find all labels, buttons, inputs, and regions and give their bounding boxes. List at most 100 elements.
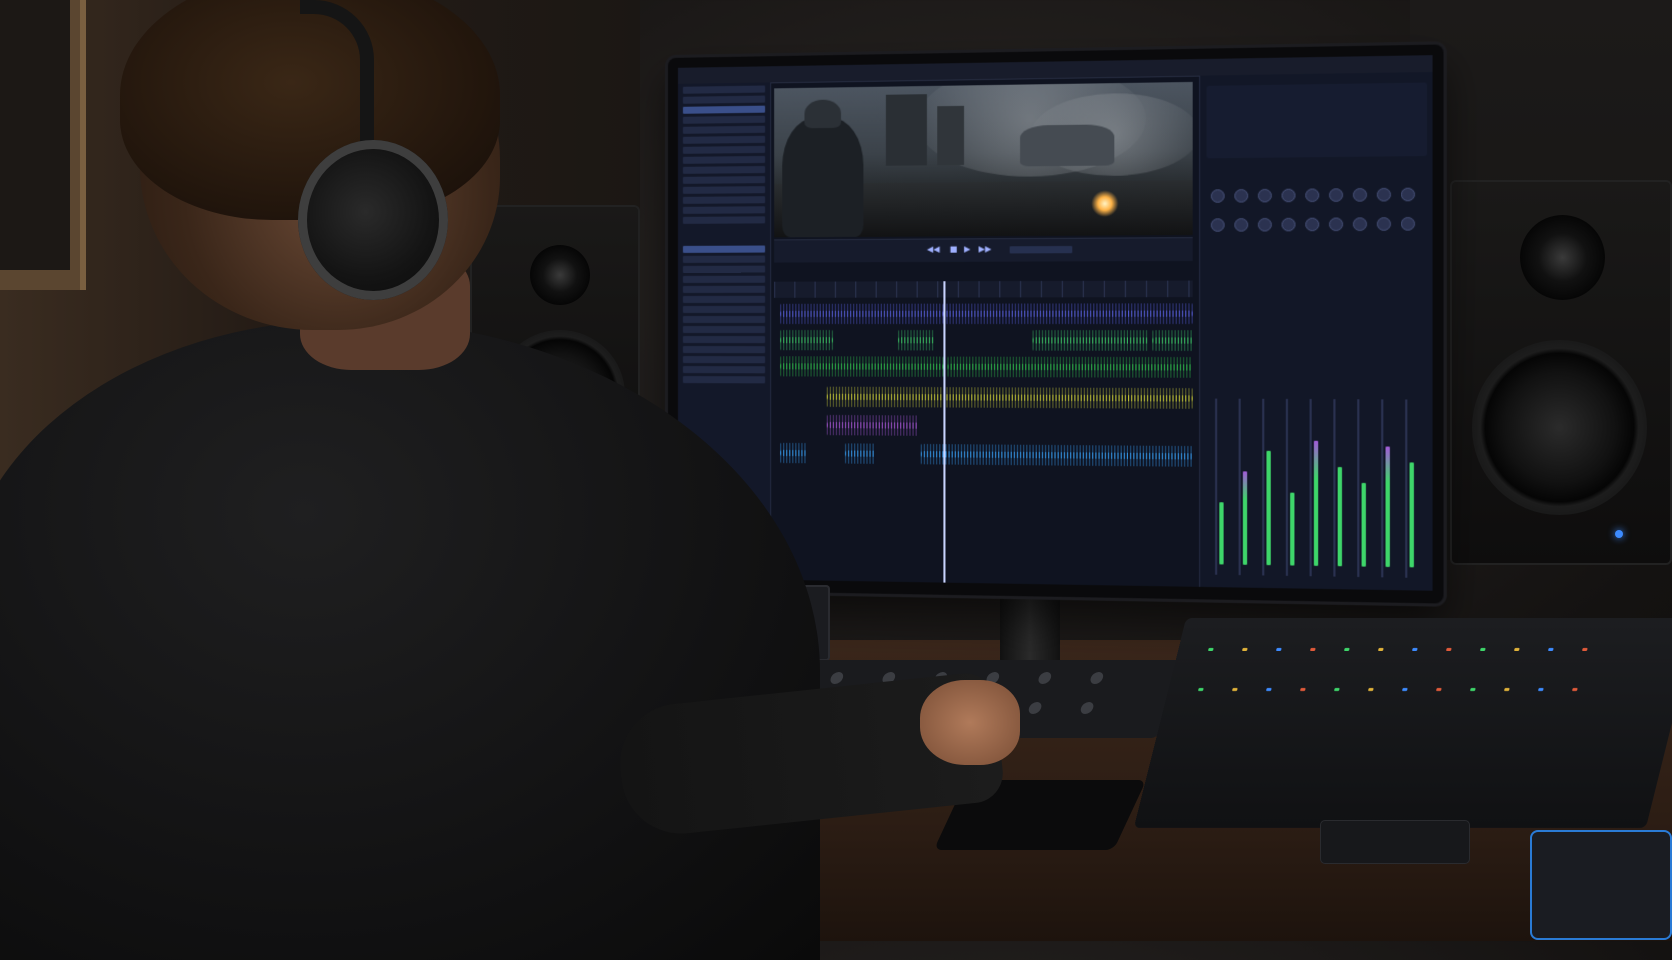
- browser-item[interactable]: [683, 126, 765, 134]
- stop-icon[interactable]: ■: [950, 245, 960, 255]
- browser-item-selected[interactable]: [683, 246, 765, 253]
- browser-item[interactable]: [683, 186, 765, 194]
- mixer-knob[interactable]: [1211, 218, 1225, 232]
- mixer-knob[interactable]: [1258, 218, 1272, 232]
- browser-item[interactable]: [683, 156, 765, 164]
- mixer-knob[interactable]: [1377, 188, 1391, 202]
- browser-item[interactable]: [683, 266, 765, 273]
- browser-item[interactable]: [683, 356, 765, 363]
- browser-item[interactable]: [683, 316, 765, 323]
- console-led: [1470, 688, 1476, 691]
- mixer-knob[interactable]: [1353, 217, 1367, 231]
- browser-item[interactable]: [683, 85, 765, 93]
- browser-item[interactable]: [683, 326, 765, 333]
- mixer-knob[interactable]: [1211, 189, 1225, 203]
- browser-item[interactable]: [683, 336, 765, 343]
- browser-item[interactable]: [683, 256, 765, 263]
- level-meter: [1386, 447, 1390, 567]
- console-led: [1548, 648, 1554, 651]
- controller-knob[interactable]: [1079, 702, 1095, 714]
- controller-knob[interactable]: [1089, 672, 1105, 684]
- fader-track[interactable]: [1262, 399, 1264, 576]
- fader-track[interactable]: [1215, 399, 1217, 575]
- browser-item[interactable]: [683, 366, 765, 373]
- rewind-icon[interactable]: ◀◀: [927, 245, 937, 255]
- mixer-knob[interactable]: [1234, 218, 1248, 232]
- browser-item[interactable]: [683, 196, 765, 204]
- fader-track[interactable]: [1239, 399, 1241, 575]
- browser-item[interactable]: [683, 136, 765, 144]
- forward-icon[interactable]: ▶▶: [979, 244, 989, 254]
- mixer-knob[interactable]: [1329, 188, 1343, 202]
- ruined-building: [886, 94, 927, 166]
- audio-clip[interactable]: [780, 304, 943, 324]
- mixer-knob[interactable]: [1329, 217, 1343, 231]
- level-meter: [1314, 441, 1318, 566]
- audio-clip[interactable]: [780, 443, 806, 463]
- wrecked-vehicle: [1020, 124, 1114, 166]
- browser-item[interactable]: [683, 346, 765, 353]
- browser-item[interactable]: [683, 96, 765, 104]
- daw-screen: ◀◀ ■ ▶ ▶▶: [678, 55, 1433, 591]
- browser-item[interactable]: [683, 276, 765, 283]
- audio-clip[interactable]: [1033, 330, 1149, 351]
- audio-clip[interactable]: [943, 303, 1192, 324]
- audio-clip[interactable]: [921, 444, 1193, 467]
- browser-item[interactable]: [683, 166, 765, 174]
- fire: [1091, 190, 1118, 217]
- browser-item[interactable]: [683, 146, 765, 154]
- fader-track[interactable]: [1381, 399, 1383, 577]
- audio-track[interactable]: [780, 330, 1192, 351]
- audio-track[interactable]: [780, 356, 1192, 378]
- mixer-knob[interactable]: [1401, 188, 1415, 202]
- controller-knob[interactable]: [1037, 672, 1053, 684]
- browser-item[interactable]: [683, 206, 765, 214]
- audio-clip[interactable]: [898, 330, 935, 350]
- mixer-knob[interactable]: [1305, 188, 1319, 202]
- browser-item[interactable]: [683, 176, 765, 184]
- console-led: [1242, 648, 1248, 651]
- timeline-ruler[interactable]: [774, 281, 1193, 298]
- mixer-knob[interactable]: [1353, 188, 1367, 202]
- audio-track[interactable]: [780, 386, 1192, 408]
- level-meter: [1219, 502, 1223, 564]
- audio-clip[interactable]: [845, 443, 876, 464]
- audio-clip[interactable]: [827, 415, 919, 436]
- fader-track[interactable]: [1405, 399, 1407, 577]
- mixer-knob[interactable]: [1401, 217, 1415, 231]
- mixer-knob[interactable]: [1377, 217, 1391, 231]
- browser-item[interactable]: [683, 296, 765, 303]
- browser-item[interactable]: [683, 216, 765, 224]
- console-led: [1582, 648, 1588, 651]
- browser-item-selected[interactable]: [683, 106, 765, 114]
- mixer-knob[interactable]: [1234, 189, 1248, 203]
- controller-knob[interactable]: [1027, 702, 1043, 714]
- fader-track[interactable]: [1310, 399, 1312, 576]
- fader-track[interactable]: [1286, 399, 1288, 576]
- audio-clip[interactable]: [780, 330, 833, 350]
- audio-clip[interactable]: [827, 387, 1193, 409]
- mixer-knob[interactable]: [1282, 189, 1296, 203]
- audio-clip[interactable]: [780, 356, 943, 377]
- console-led: [1412, 648, 1418, 651]
- controller-knob[interactable]: [829, 672, 845, 684]
- mixer-knob[interactable]: [1282, 218, 1296, 232]
- play-icon[interactable]: ▶: [964, 244, 974, 254]
- audio-clip[interactable]: [948, 357, 1193, 378]
- mixer-knob[interactable]: [1305, 218, 1319, 232]
- mixer-knob[interactable]: [1258, 189, 1272, 203]
- fader-track[interactable]: [1333, 399, 1335, 576]
- level-meter: [1243, 471, 1247, 564]
- level-meter: [1338, 467, 1342, 566]
- fader-track[interactable]: [1357, 399, 1359, 577]
- browser-item[interactable]: [683, 116, 765, 124]
- audio-track[interactable]: [780, 443, 1192, 467]
- browser-item[interactable]: [683, 306, 765, 313]
- audio-track[interactable]: [780, 303, 1192, 324]
- audio-clip[interactable]: [1152, 330, 1192, 351]
- browser-item[interactable]: [683, 376, 765, 383]
- console-led: [1480, 648, 1486, 651]
- browser-item[interactable]: [683, 286, 765, 293]
- audio-track[interactable]: [780, 415, 1192, 438]
- playhead[interactable]: [943, 281, 945, 582]
